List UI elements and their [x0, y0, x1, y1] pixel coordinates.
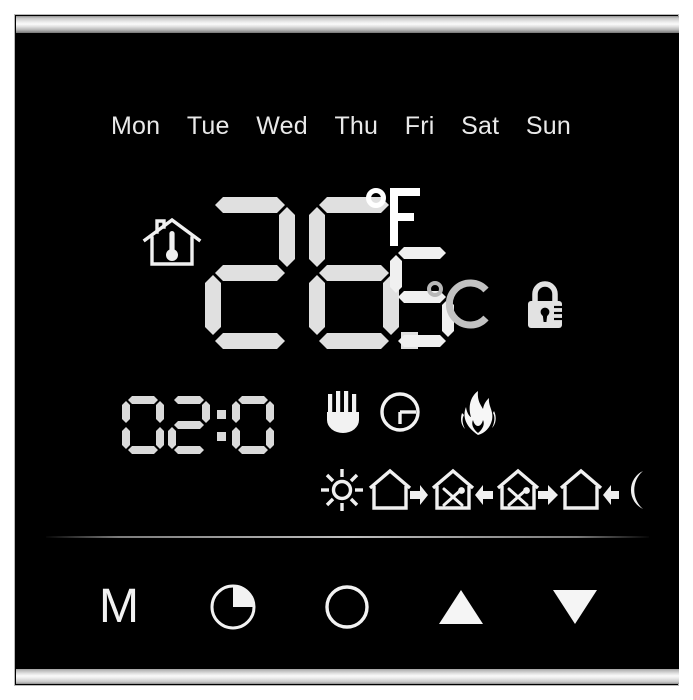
- weekday-row: Mon Tue Wed Thu Fri Sat Sun: [111, 112, 571, 141]
- weekday-mon: Mon: [111, 112, 161, 140]
- thermostat-device: Mon Tue Wed Thu Fri Sat Sun M: [0, 0, 693, 700]
- up-button[interactable]: [424, 574, 498, 640]
- weekday-tue: Tue: [186, 112, 230, 140]
- weekday-sat: Sat: [461, 112, 500, 140]
- bezel-strip-top: [16, 16, 679, 33]
- bezel-strip-bottom: [16, 667, 679, 684]
- flame-icon: [458, 391, 498, 435]
- power-circle-icon: [323, 583, 371, 631]
- house-thermometer-icon: [141, 214, 203, 272]
- touch-button-row: M: [82, 571, 612, 643]
- moon-icon: [617, 467, 653, 513]
- weekday-sun: Sun: [525, 112, 571, 140]
- down-button[interactable]: [538, 574, 612, 640]
- menu-button[interactable]: M: [82, 574, 156, 640]
- thermostat-body: Mon Tue Wed Thu Fri Sat Sun M: [14, 14, 679, 686]
- triangle-up-icon: [437, 586, 485, 628]
- power-button[interactable]: [310, 574, 384, 640]
- hand-icon: [325, 391, 363, 433]
- house-utensils-arrow-out-icon: [496, 467, 558, 513]
- clock-status-row: [16, 385, 679, 455]
- house-utensils-arrow-in-icon: [431, 467, 493, 513]
- padlock-icon: [524, 281, 566, 331]
- weekday-wed: Wed: [256, 112, 308, 140]
- unit-fahrenheit: [364, 186, 426, 248]
- menu-button-label: M: [99, 580, 139, 633]
- status-icon-row: [321, 391, 511, 441]
- lcd-screen: Mon Tue Wed Thu Fri Sat Sun M: [16, 33, 679, 669]
- house-arrow-out-icon: [368, 467, 428, 513]
- section-divider: [46, 536, 649, 538]
- temperature-display: [16, 173, 679, 373]
- program-period-row: [321, 467, 643, 513]
- clock-button[interactable]: [196, 574, 270, 640]
- weekday-fri: Fri: [404, 112, 435, 140]
- triangle-down-icon: [551, 586, 599, 628]
- unit-celsius: [424, 276, 494, 331]
- clock-quadrant-icon: [209, 583, 257, 631]
- clock-time: [120, 395, 290, 455]
- house-arrow-in-icon: [559, 467, 619, 513]
- weekday-thu: Thu: [334, 112, 379, 140]
- sun-icon: [321, 467, 363, 513]
- clock-icon: [379, 391, 421, 433]
